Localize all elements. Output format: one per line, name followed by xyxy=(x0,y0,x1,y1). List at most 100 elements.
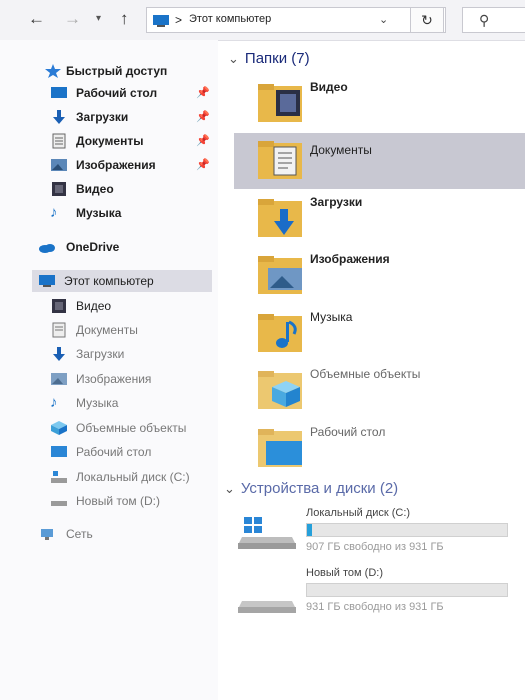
folder-name: Изображения xyxy=(310,252,390,266)
star-icon xyxy=(45,64,61,78)
downloads-icon xyxy=(53,347,65,361)
chevron-down-icon: ⌄ xyxy=(224,481,235,496)
sidebar-item-this-pc[interactable]: Этот компьютер xyxy=(32,270,212,292)
sidebar-item-music[interactable]: ♪ Музыка xyxy=(50,202,215,224)
forward-arrow-icon[interactable]: → xyxy=(64,9,81,29)
3d-objects-folder-icon xyxy=(258,371,302,409)
video-folder-icon xyxy=(258,84,302,122)
folder-name: Музыка xyxy=(310,310,353,324)
drive-name: Локальный диск (C:) xyxy=(306,507,411,519)
pin-icon[interactable]: 📌 xyxy=(196,82,210,104)
drive-icon xyxy=(238,601,296,613)
folders-group-title: Папки (7) xyxy=(244,50,310,67)
sidebar-item-pc-music[interactable]: ♪ Музыка xyxy=(50,392,215,414)
drive-usage-bar xyxy=(306,523,508,537)
documents-folder-icon xyxy=(258,141,302,179)
address-dropdown-icon[interactable]: ⌄ xyxy=(379,13,388,26)
sidebar-item-video[interactable]: Видео xyxy=(50,178,215,200)
music-icon: ♪ xyxy=(50,394,58,411)
chevron-down-icon[interactable]: ▾ xyxy=(96,13,101,24)
breadcrumb-separator[interactable]: > xyxy=(175,13,182,27)
documents-icon xyxy=(52,133,66,149)
sidebar-item-label: Документы xyxy=(76,323,138,337)
drive-c[interactable]: Локальный диск (C:) 907 ГБ свободно из 9… xyxy=(234,503,525,563)
music-icon: ♪ xyxy=(50,204,58,221)
sidebar-item-label: Видео xyxy=(76,182,114,196)
folder-images[interactable]: Изображения xyxy=(234,248,525,302)
sidebar-item-label: Этот компьютер xyxy=(64,274,154,288)
folder-video[interactable]: Видео xyxy=(234,76,525,130)
sidebar-item-label: Быстрый доступ xyxy=(66,64,168,78)
sidebar-item-pc-video[interactable]: Видео xyxy=(50,295,215,317)
folder-name: Рабочий стол xyxy=(310,425,386,439)
drive-name: Новый том (D:) xyxy=(306,567,383,579)
sidebar-item-downloads[interactable]: Загрузки 📌 xyxy=(50,106,215,128)
cloud-icon xyxy=(39,244,55,253)
images-folder-icon xyxy=(258,256,302,294)
windows-drive-icon xyxy=(238,517,296,549)
sidebar-item-pc-downloads[interactable]: Загрузки xyxy=(50,343,215,365)
drive-icon xyxy=(51,501,67,506)
video-icon xyxy=(52,299,66,313)
sidebar-item-pc-desktop[interactable]: Рабочий стол xyxy=(50,441,215,463)
sidebar-item-onedrive[interactable]: OneDrive xyxy=(38,236,213,258)
sidebar-item-label: Документы xyxy=(76,134,144,148)
back-arrow-icon[interactable]: ← xyxy=(28,9,45,29)
breadcrumb-this-pc[interactable]: Этот компьютер xyxy=(189,13,271,25)
sidebar-item-pc-3d-objects[interactable]: Объемные объекты xyxy=(50,417,215,439)
drive-icon xyxy=(51,471,67,483)
sidebar-item-pc-documents[interactable]: Документы xyxy=(50,319,215,341)
address-field[interactable]: > Этот компьютер ⌄ xyxy=(146,7,446,33)
sidebar-item-pc-images[interactable]: Изображения xyxy=(50,368,215,390)
downloads-icon xyxy=(53,110,65,124)
sidebar-item-label: Загрузки xyxy=(76,347,125,361)
pin-icon[interactable]: 📌 xyxy=(196,106,210,128)
folder-music[interactable]: Музыка xyxy=(234,306,525,360)
sidebar-item-pc-drive-d[interactable]: Новый том (D:) xyxy=(50,490,215,512)
3d-objects-icon xyxy=(51,421,67,435)
sidebar-item-label: Изображения xyxy=(76,372,152,386)
drives-group-title: Устройства и диски (2) xyxy=(240,480,399,497)
documents-icon xyxy=(52,322,66,338)
pin-icon[interactable]: 📌 xyxy=(196,130,210,152)
folder-name: Документы xyxy=(310,143,372,157)
folder-documents[interactable]: Документы xyxy=(234,133,525,189)
video-icon xyxy=(52,182,66,196)
sidebar-item-label: Новый том (D:) xyxy=(76,494,160,508)
sidebar-item-label: Объемные объекты xyxy=(76,421,187,435)
images-icon xyxy=(51,373,67,385)
search-icon: ⚲ xyxy=(479,12,490,28)
drive-free-space: 907 ГБ свободно из 931 ГБ xyxy=(306,541,444,553)
folder-downloads[interactable]: Загрузки xyxy=(234,191,525,245)
desktop-icon xyxy=(51,87,67,98)
sidebar-item-label: Загрузки xyxy=(76,110,129,124)
sidebar-item-documents[interactable]: Документы 📌 xyxy=(50,130,215,152)
sidebar-item-label: Музыка xyxy=(76,396,119,410)
sidebar-item-desktop[interactable]: Рабочий стол 📌 xyxy=(50,82,215,104)
drive-d[interactable]: Новый том (D:) 931 ГБ свободно из 931 ГБ xyxy=(234,563,525,623)
refresh-button[interactable]: ↻ xyxy=(410,7,444,33)
up-arrow-icon[interactable]: ↑ xyxy=(120,9,129,29)
drives-group-header[interactable]: ⌄ Устройства и диски (2) xyxy=(224,480,398,497)
sidebar-item-network[interactable]: Сеть xyxy=(38,523,213,545)
content-pane: ⌄ Папки (7) Видео Документы Загрузки Изоб… xyxy=(218,40,525,700)
sidebar-item-pc-drive-c[interactable]: Локальный диск (C:) xyxy=(50,466,215,488)
sidebar-item-images[interactable]: Изображения 📌 xyxy=(50,154,215,176)
sidebar-item-label: OneDrive xyxy=(66,240,120,254)
computer-icon xyxy=(39,275,55,287)
sidebar-item-label: Изображения xyxy=(76,158,156,172)
desktop-folder-icon xyxy=(258,429,302,467)
refresh-icon: ↻ xyxy=(421,12,433,28)
address-toolbar: ← → ▾ ↑ > Этот компьютер ⌄ ↻ ⚲ xyxy=(0,0,525,41)
sidebar-item-label: Рабочий стол xyxy=(76,86,158,100)
network-icon xyxy=(41,529,53,540)
search-input[interactable]: ⚲ xyxy=(462,7,525,33)
folder-desktop[interactable]: Рабочий стол xyxy=(234,421,525,475)
sidebar-item-quick-access[interactable]: Быстрый доступ xyxy=(44,60,214,82)
folder-name: Объемные объекты xyxy=(310,367,421,381)
folder-3d-objects[interactable]: Объемные объекты xyxy=(234,363,525,417)
folders-group-header[interactable]: ⌄ Папки (7) xyxy=(228,50,310,67)
sidebar-item-label: Рабочий стол xyxy=(76,445,152,459)
pin-icon[interactable]: 📌 xyxy=(196,154,210,176)
folder-name: Загрузки xyxy=(310,195,363,209)
